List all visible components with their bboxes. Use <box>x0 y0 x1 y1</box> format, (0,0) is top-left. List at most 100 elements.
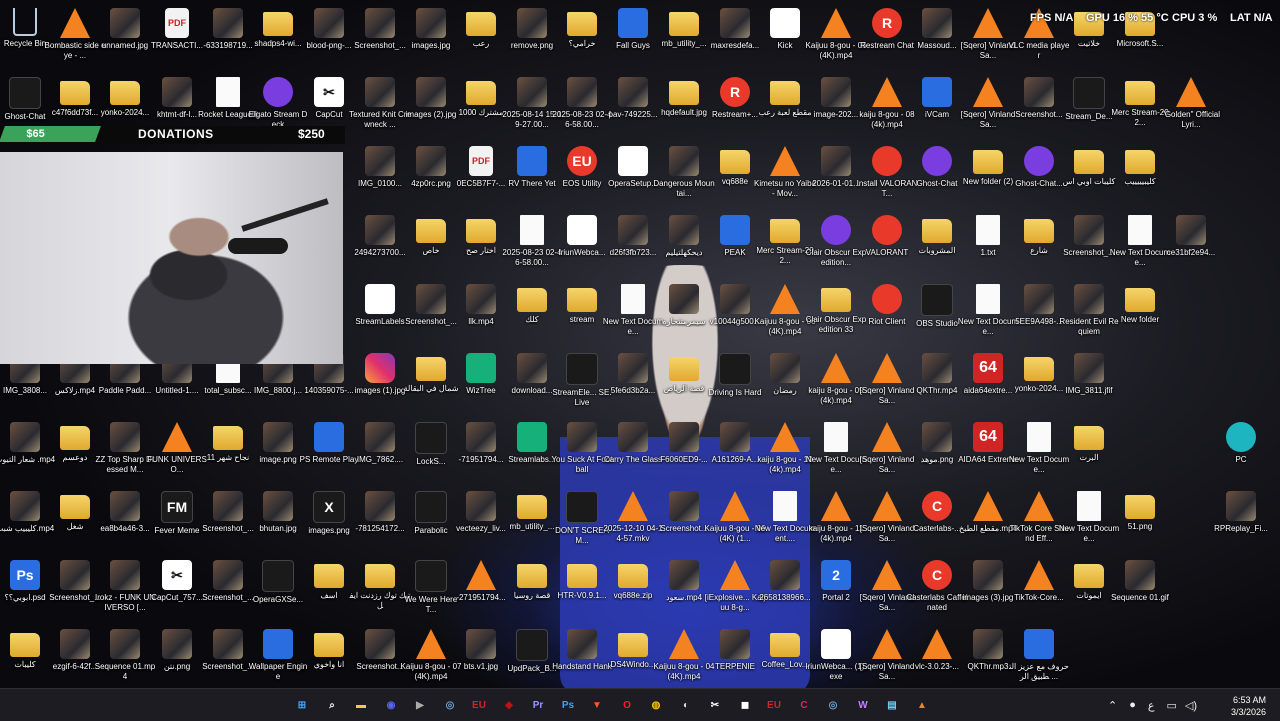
opera-icon[interactable]: O <box>617 695 637 715</box>
desktop-icon[interactable]: Coffee_Lov... <box>760 623 810 689</box>
desktop-icon[interactable]: remove.png <box>507 2 557 68</box>
desktop-icon[interactable]: LockS... <box>406 416 456 482</box>
desktop-icon[interactable]: 2025-08-14 15-19-27.00... <box>502 71 562 137</box>
file-explorer-icon[interactable]: ▬ <box>351 695 371 715</box>
obs-icon[interactable]: ◐ <box>676 695 696 715</box>
desktop-icon[interactable]: 2494273700... <box>354 209 406 275</box>
desktop-icon[interactable]: Screenshot_... <box>202 623 254 689</box>
desktop-icon[interactable]: رعب <box>456 2 506 68</box>
desktop-icon[interactable]: 4zp0rc.png <box>406 140 456 206</box>
desktop-icon[interactable]: مقطع لعبة رعب <box>758 71 812 137</box>
desktop-icon[interactable]: اسف <box>304 554 354 620</box>
desktop-icon[interactable]: ce31bf2e94... <box>1166 209 1216 275</box>
desktop-icon[interactable]: images (2).jpg <box>406 71 456 137</box>
desktop-icon[interactable]: Screenshot... <box>1014 71 1064 137</box>
desktop-icon[interactable]: شغل <box>50 485 100 551</box>
desktop-icon[interactable]: Clair Obscur Expedition 33 <box>806 278 866 344</box>
desktop-icon[interactable]: QKThr.mp3 <box>963 623 1013 689</box>
desktop-icon[interactable]: PC <box>1216 416 1266 482</box>
desktop-icon[interactable]: Irokz - FUNK UNIVERSO [... <box>95 554 155 620</box>
desktop-icon[interactable]: حروف مع عزيز التطبيق الر ... <box>1009 623 1069 689</box>
desktop-icon[interactable]: d26f3fb723... <box>608 209 658 275</box>
desktop-icon[interactable]: QKThr.mp4 <box>912 347 962 413</box>
desktop-icon[interactable]: iVCam <box>912 71 962 137</box>
desktop-icon[interactable]: [Sqero] Vinland Sa... <box>961 2 1015 68</box>
discord-icon[interactable]: ◉ <box>381 695 401 715</box>
desktop-icon[interactable]: Kaijuu 8-gou - 06 (4K).mp4 <box>755 278 815 344</box>
desktop-icon[interactable]: C Casterlabs-... <box>912 485 962 551</box>
desktop-icon[interactable]: PS Remote Play <box>300 416 358 482</box>
desktop-icon[interactable]: New Text Docume... <box>1110 209 1170 275</box>
desktop-icon[interactable]: vecteezy_liv... <box>456 485 506 551</box>
desktop-icon[interactable]: PEAK <box>710 209 760 275</box>
desktop-icon[interactable]: Ximages.png <box>304 485 354 551</box>
desktop-icon[interactable]: kaiju 8-gou - 10 (4k).mp4 <box>757 416 813 482</box>
desktop-icon[interactable]: [Sqero] Vinland Sa... <box>961 71 1015 137</box>
desktop-icon[interactable]: New Text Docume... <box>1059 485 1119 551</box>
desktop-icon[interactable]: Ghost-Chat... <box>1014 140 1064 206</box>
desktop-icon[interactable]: kaiju 8-gou - 11 (4k).mp4 <box>809 485 863 551</box>
desktop-icon[interactable]: yonko-2024... <box>1014 347 1064 413</box>
desktop-icon[interactable]: ديحكهلتيليم <box>659 209 709 275</box>
desktop-icon[interactable]: maxresdefa... <box>710 2 760 68</box>
desktop-icon[interactable]: llk.mp4 <box>456 278 506 344</box>
desktop-icon[interactable]: -71951794... <box>456 416 506 482</box>
desktop-icon[interactable]: Screenshot... <box>355 623 405 689</box>
start-button[interactable]: ⊞ <box>292 695 312 715</box>
desktop-icon[interactable]: Bombastic side eye - ... <box>45 2 105 68</box>
wow-icon[interactable]: W <box>853 695 873 715</box>
desktop-icon[interactable]: ea8b4a46-3... <box>100 485 150 551</box>
desktop-icon[interactable]: TERPENIE <box>710 623 760 689</box>
volume-icon[interactable]: ◁) <box>1185 699 1197 712</box>
casterlabs-icon[interactable]: C <box>794 695 814 715</box>
desktop-icon[interactable]: Driving Is Hard <box>709 347 761 413</box>
desktop-icon[interactable]: images.jpg <box>406 2 456 68</box>
desktop-icon[interactable]: Screenshot... <box>659 485 709 551</box>
desktop-icon[interactable]: كليبات <box>0 623 50 689</box>
desktop-icon[interactable]: Resident Evil Requiem <box>1059 278 1119 344</box>
desktop-icon[interactable]: shadps4-wi... <box>253 2 303 68</box>
desktop-icon[interactable]: Sequence 01.gif <box>1111 554 1169 620</box>
desktop-icon[interactable]: New Text Document.... <box>755 485 815 551</box>
desktop-icon[interactable]: مشترك 1000 <box>456 71 506 137</box>
desktop-icon[interactable]: [Sqero] Vinland Sa... <box>860 416 914 482</box>
desktop-icon[interactable]: IriunWebca... (1).exe <box>805 623 867 689</box>
desktop-icon[interactable]: [Sqero] Vinland Sa... <box>860 347 914 413</box>
desktop-icon[interactable]: New Text Docume... <box>603 278 663 344</box>
desktop-icon[interactable]: StreamLabels <box>355 278 405 344</box>
desktop-icon[interactable]: TikTok Core Sound Eff... <box>1010 485 1068 551</box>
desktop-icon[interactable]: 2025-12-10 04-14-57.mkv <box>603 485 663 551</box>
desktop-icon[interactable]: Riot Client <box>862 278 912 344</box>
chrome-icon[interactable]: ◍ <box>646 695 666 715</box>
desktop-icon[interactable]: stream <box>557 278 607 344</box>
desktop-icon[interactable]: vq688e.zip <box>608 554 658 620</box>
desktop-icon[interactable]: قصة الرياض <box>659 347 709 413</box>
desktop-icon[interactable]: FM Fever Meme <box>152 485 202 551</box>
desktop-icon[interactable]: [iExplosive... Kaijuu 8-g... <box>705 554 765 620</box>
search-icon[interactable]: ⌕ <box>322 695 342 715</box>
desktop-icon[interactable]: vlc-3.0.23-... <box>912 623 962 689</box>
desktop-icon[interactable]: Ghost-Chat <box>912 140 962 206</box>
desktop-icon[interactable]: Kaijuu 8-gou - 04 (4K).mp4 <box>654 623 714 689</box>
desktop-icon[interactable]: bhutan.jpg <box>253 485 303 551</box>
desktop-icon[interactable]: -633198719... <box>203 2 253 68</box>
premiere-icon[interactable]: Pr <box>528 695 548 715</box>
desktop-icon[interactable]: 64 aida64extre... <box>963 347 1013 413</box>
desktop-icon[interactable]: New Text Docume... <box>806 416 866 482</box>
desktop-icon[interactable]: Merc Stream-202... <box>756 209 814 275</box>
desktop-icon[interactable]: You Suck At Football <box>551 416 613 482</box>
desktop-icon[interactable]: 64 AIDA64 Extreme <box>958 416 1018 482</box>
desktop-icon[interactable]: 51.png <box>1115 485 1165 551</box>
capcut-icon[interactable]: ✂ <box>705 695 725 715</box>
desktop-icon[interactable]: We Were Here T... <box>405 554 457 620</box>
desktop-icon[interactable]: images (1).jpg <box>355 347 405 413</box>
desktop-icon[interactable]: New folder <box>1115 278 1165 344</box>
desktop-icon[interactable]: Kaijuu 8-gou - 06 (4K) (1... <box>705 485 765 551</box>
desktop-icon[interactable]: image-202... <box>811 71 861 137</box>
eos-icon[interactable]: EU <box>469 695 489 715</box>
tray-chevron-icon[interactable]: ⌃ <box>1108 699 1117 712</box>
desktop-icon[interactable]: IMG_0100... <box>355 140 405 206</box>
desktop-icon[interactable]: Carry The Glass <box>604 416 662 482</box>
desktop-icon[interactable]: Textured Knit Crewneck ... <box>349 71 411 137</box>
desktop-icon[interactable]: ezgif-6-42f... <box>50 623 100 689</box>
